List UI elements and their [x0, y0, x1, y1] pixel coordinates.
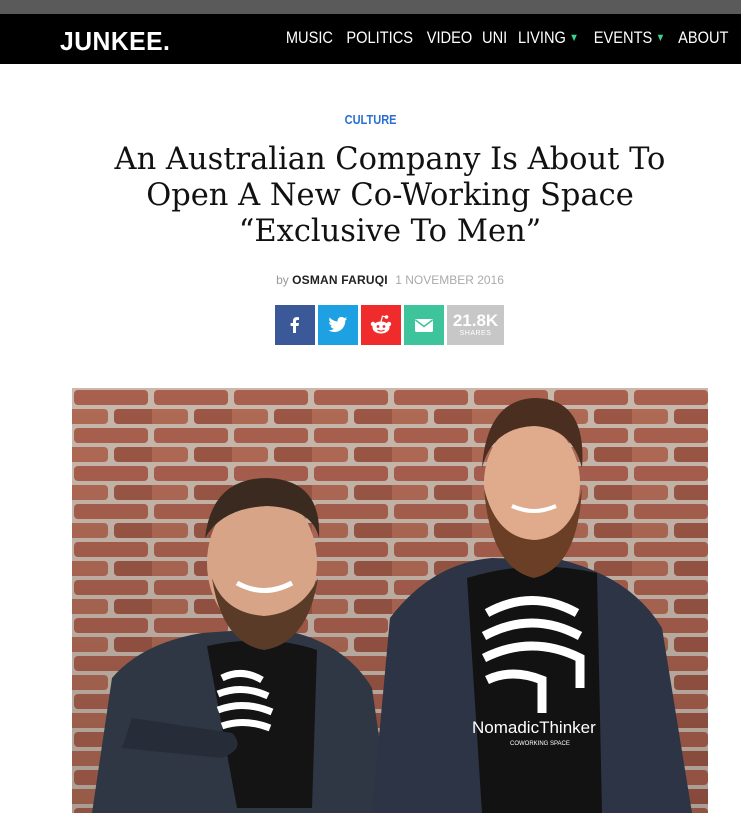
reddit-share-button[interactable] — [361, 305, 401, 345]
twitter-share-button[interactable] — [318, 305, 358, 345]
share-count-label: SHARES — [459, 330, 492, 337]
byline-prefix: by — [276, 273, 289, 287]
email-share-button[interactable] — [404, 305, 444, 345]
twitter-icon — [328, 316, 348, 332]
publish-date: 1 NOVEMBER 2016 — [395, 273, 504, 287]
share-count-value: 21.8K — [452, 311, 499, 330]
title-line-1: An Australian Company Is About To — [114, 142, 666, 177]
nav-item-uni[interactable]: UNI — [482, 28, 507, 48]
caret-down-icon: ▼ — [655, 32, 665, 44]
caret-down-icon: ▼ — [569, 32, 579, 44]
title-line-2: Open A New Co-Working Space — [146, 178, 634, 213]
junkee-logo[interactable]: JUNKEE. — [60, 26, 170, 57]
article-title: An Australian Company Is About To Open A… — [40, 142, 740, 250]
nav-label: VIDEO — [426, 28, 472, 47]
nav-label: MUSIC — [286, 28, 334, 47]
nav-label: EVENTS — [593, 28, 652, 47]
browser-top-strip — [0, 0, 741, 14]
nav-item-about[interactable]: ABOUT — [679, 28, 729, 48]
facebook-icon — [290, 317, 299, 333]
share-count: 21.8K SHARES — [447, 305, 504, 345]
nav-item-events[interactable]: EVENTS ▼ — [593, 28, 664, 48]
byline: by OSMAN FARUQI 1 NOVEMBER 2016 — [0, 273, 741, 287]
author-link[interactable]: OSMAN FARUQI — [292, 273, 388, 287]
email-icon — [415, 319, 433, 332]
reddit-icon — [370, 315, 392, 334]
shirt-logo-text: NomadicThinker — [472, 718, 596, 737]
nav-item-living[interactable]: LIVING ▼ — [518, 28, 579, 48]
hero-photo-illustration: NomadicThinker COWORKING SPACE — [72, 388, 708, 813]
category-label: CULTURE — [344, 112, 397, 127]
category-link[interactable]: CULTURE — [0, 112, 741, 127]
shirt-logo-subtext: COWORKING SPACE — [510, 741, 570, 747]
nav-label: POLITICS — [346, 28, 414, 47]
hero-image: NomadicThinker COWORKING SPACE — [72, 388, 708, 813]
nav-item-video[interactable]: VIDEO — [426, 28, 471, 48]
nav-label: ABOUT — [678, 28, 729, 47]
nav-label: UNI — [481, 28, 507, 47]
nav-item-music[interactable]: MUSIC — [286, 28, 333, 48]
nav-label: LIVING — [517, 28, 566, 47]
facebook-share-button[interactable] — [275, 305, 315, 345]
main-nav: MUSIC POLITICS VIDEO UNI LIVING ▼ EVENTS ▼… — [280, 28, 735, 48]
share-bar: 21.8K SHARES — [275, 305, 504, 345]
nav-item-politics[interactable]: POLITICS — [347, 28, 414, 48]
title-line-3: “Exclusive To Men” — [238, 214, 542, 249]
